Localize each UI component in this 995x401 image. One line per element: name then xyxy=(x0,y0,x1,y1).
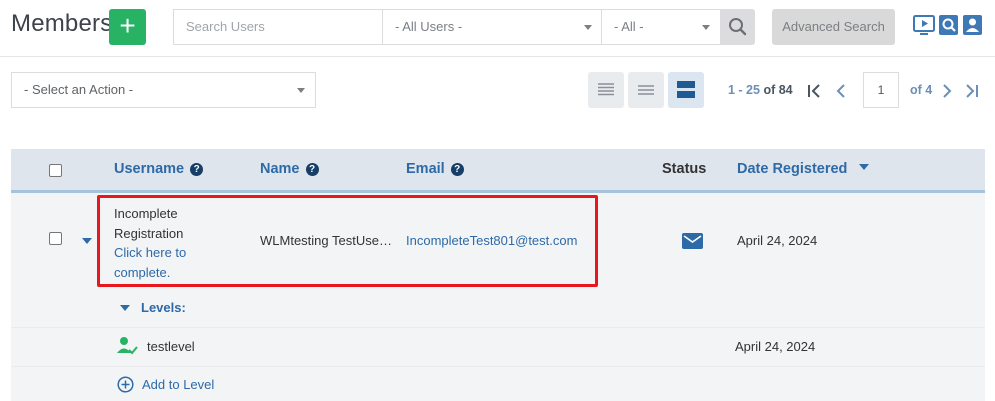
add-to-level-link[interactable]: Add to Level xyxy=(142,377,214,392)
user-filter-select[interactable]: - All Users - xyxy=(382,9,602,45)
pager-range-value: 1 - 25 xyxy=(728,83,760,97)
page-of-label: of 4 xyxy=(910,83,933,97)
add-member-button[interactable]: + xyxy=(109,9,146,45)
advanced-search-button[interactable]: Advanced Search xyxy=(772,9,895,45)
view-compact-button[interactable] xyxy=(628,72,664,108)
bulk-action-value: - Select an Action - xyxy=(24,82,134,97)
page-title: Members xyxy=(11,10,113,37)
view-list-button[interactable] xyxy=(588,72,624,108)
search-input[interactable]: Search Users xyxy=(173,9,383,45)
first-page-icon[interactable] xyxy=(806,82,824,100)
column-date-label: Date Registered xyxy=(737,161,848,177)
column-email-label: Email xyxy=(406,161,445,177)
column-username-label: Username xyxy=(114,161,185,177)
user-check-icon xyxy=(117,337,138,355)
user-filter-value: - All Users - xyxy=(395,19,463,34)
bulk-action-select[interactable]: - Select an Action - xyxy=(11,72,316,108)
add-circle-icon[interactable] xyxy=(117,376,134,393)
search-button[interactable] xyxy=(720,9,755,45)
row-checkbox[interactable] xyxy=(49,232,62,245)
pager-total: of 84 xyxy=(763,83,793,97)
highlight-box xyxy=(97,195,598,287)
level-name: testlevel xyxy=(147,339,195,354)
expand-row-icon[interactable] xyxy=(82,238,92,244)
envelope-icon[interactable] xyxy=(682,233,703,249)
compact-list-icon xyxy=(638,85,654,95)
prev-page-icon[interactable] xyxy=(832,82,850,100)
expanded-view-icon xyxy=(677,81,695,98)
search-doc-icon[interactable] xyxy=(938,14,960,36)
status-filter-select[interactable]: - All - xyxy=(601,9,721,45)
help-icon[interactable]: ? xyxy=(450,163,464,176)
pager-range: 1 - 25 of 84 xyxy=(728,83,793,97)
levels-label[interactable]: Levels: xyxy=(141,300,186,315)
collapse-levels-icon[interactable] xyxy=(120,305,130,311)
video-help-icon[interactable] xyxy=(913,14,935,36)
select-all-checkbox[interactable] xyxy=(49,164,62,177)
column-email[interactable]: Email? xyxy=(406,161,464,177)
header-divider xyxy=(0,56,995,57)
sort-desc-icon xyxy=(859,164,870,170)
column-status: Status xyxy=(662,161,707,177)
chevron-down-icon xyxy=(297,88,305,93)
search-icon xyxy=(729,18,747,36)
last-page-icon[interactable] xyxy=(962,82,980,100)
help-icon[interactable]: ? xyxy=(190,163,204,176)
chevron-down-icon xyxy=(702,25,710,30)
column-name-label: Name xyxy=(260,161,300,177)
date-registered-cell: April 24, 2024 xyxy=(737,233,818,248)
page-number-input[interactable]: 1 xyxy=(863,72,899,108)
column-name[interactable]: Name? xyxy=(260,161,319,177)
level-date: April 24, 2024 xyxy=(735,339,816,354)
status-filter-value: - All - xyxy=(614,19,644,34)
column-username[interactable]: Username? xyxy=(114,161,204,177)
chevron-down-icon xyxy=(584,25,592,30)
list-icon xyxy=(598,83,614,96)
view-expanded-button[interactable] xyxy=(668,72,704,108)
help-icon[interactable]: ? xyxy=(305,163,319,176)
next-page-icon[interactable] xyxy=(938,82,956,100)
user-manage-icon[interactable] xyxy=(962,14,984,36)
column-date-registered[interactable]: Date Registered xyxy=(737,161,870,177)
